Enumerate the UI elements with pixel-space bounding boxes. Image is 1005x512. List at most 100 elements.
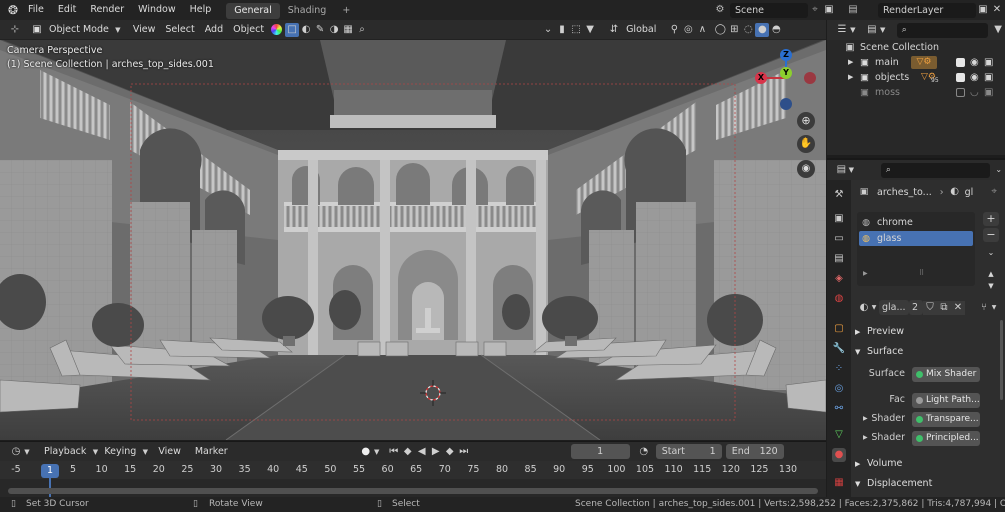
chevron-down-icon[interactable]: ⌄ xyxy=(992,163,1005,177)
world-tab-icon[interactable]: ◍ xyxy=(832,292,846,306)
surface-shader-field[interactable]: Mix Shader xyxy=(912,367,980,382)
shader1-input-field[interactable]: Transpare... xyxy=(912,412,980,427)
include-checkbox[interactable] xyxy=(956,58,965,67)
material-slot-glass[interactable]: ◍ glass xyxy=(859,231,973,246)
transform-icon[interactable]: ⬚ xyxy=(569,23,583,37)
menu-view[interactable]: View xyxy=(128,22,161,38)
filter-icon[interactable]: ▼ xyxy=(991,23,1005,37)
texture-tab-icon[interactable]: ▦ xyxy=(832,476,846,490)
particles-tab-icon[interactable]: ⁘ xyxy=(832,362,846,376)
scene-collection-row[interactable]: ▣ Scene Collection xyxy=(827,40,1005,55)
start-frame-field[interactable]: Start 1 xyxy=(655,444,722,459)
display-mode-icon[interactable]: ▤ xyxy=(865,23,879,37)
tab-shading[interactable]: Shading xyxy=(280,3,335,19)
data-tab-icon[interactable]: ▽ xyxy=(832,428,846,442)
visibility-eye-icon[interactable]: ◡ xyxy=(970,85,979,100)
menu-keying[interactable]: Keying xyxy=(99,444,141,460)
menu-marker[interactable]: Marker xyxy=(190,444,233,460)
collapse-arrow-icon[interactable]: ⌄ xyxy=(541,23,555,37)
snap-icon[interactable]: ◐ xyxy=(299,23,313,37)
add-slot-button[interactable]: + xyxy=(983,212,999,226)
physics-tab-icon[interactable]: ◎ xyxy=(832,382,846,396)
next-keyframe-icon[interactable]: ◆ xyxy=(443,445,457,459)
move-slot-up-icon[interactable]: ▲ xyxy=(983,268,999,280)
object-mode-dropdown[interactable]: Object Mode xyxy=(44,22,114,38)
select-box-icon[interactable]: □ xyxy=(285,22,300,37)
scene-name-field[interactable]: Scene xyxy=(730,2,808,18)
preview-panel-header[interactable]: ▶ Preview xyxy=(855,324,1003,340)
properties-editor-icon[interactable]: ▤ xyxy=(835,163,848,177)
filter-icon[interactable]: ▼ xyxy=(583,23,597,37)
bookmark-icon[interactable]: ▮ xyxy=(555,23,569,37)
properties-scrollbar[interactable] xyxy=(1000,320,1003,400)
timeline-area[interactable]: -5 15 10 15 20 25 30 35 40 45 50 55 60 65 70 75 80 85 90 95… xyxy=(0,461,826,497)
add-workspace-button[interactable]: + xyxy=(334,3,358,19)
outliner-item-main[interactable]: ▶ ▣ main ▽⚙ ◉ ▣ xyxy=(827,55,1005,70)
playhead[interactable]: 1 xyxy=(41,464,59,478)
shader2-input-field[interactable]: Principled... xyxy=(912,431,980,446)
scene-selector[interactable]: ⚙ Scene ⌖ ▣ xyxy=(713,2,839,18)
menu-window[interactable]: Window xyxy=(131,0,182,20)
material-name-field[interactable]: gla... xyxy=(879,300,909,315)
duplicate-material-icon[interactable]: ⧉ xyxy=(937,300,951,315)
render-layer-field[interactable]: RenderLayer xyxy=(878,2,976,18)
shading-solid-icon[interactable]: ● xyxy=(755,22,770,37)
menu-playback[interactable]: Playback xyxy=(39,444,91,460)
expand-arrow-icon[interactable]: ▶ xyxy=(848,70,853,85)
volume-panel-header[interactable]: ▶ Volume xyxy=(855,456,1003,472)
render-tab-icon[interactable]: ▣ xyxy=(832,212,846,226)
xray-icon[interactable]: ⊞ xyxy=(727,23,741,37)
menu-render[interactable]: Render xyxy=(83,0,131,20)
pan-hand-icon[interactable]: ✋ xyxy=(797,135,815,153)
move-slot-down-icon[interactable]: ▼ xyxy=(983,280,999,292)
jump-start-icon[interactable]: ⏮ xyxy=(387,445,401,459)
constraints-tab-icon[interactable]: ⚯ xyxy=(832,402,846,416)
color-wheel-icon[interactable] xyxy=(271,24,283,35)
snap-toggle-icon[interactable]: ⚲ xyxy=(667,23,681,37)
outliner-search-input[interactable]: ⌕ xyxy=(896,22,989,38)
timeline-editor-icon[interactable]: ◷ xyxy=(9,445,23,459)
proportional-edit-icon[interactable]: ◎ xyxy=(681,23,695,37)
material-slot-chrome[interactable]: ◍ chrome xyxy=(859,215,973,230)
frame-ruler[interactable]: -5 15 10 15 20 25 30 35 40 45 50 55 60 65 70 75 80 85 90 95… xyxy=(0,461,826,479)
fake-user-shield-icon[interactable]: ⛉ xyxy=(923,300,937,315)
unlink-material-icon[interactable]: ✕ xyxy=(951,300,965,315)
gizmo-neg-z-axis[interactable] xyxy=(780,98,792,110)
sculpt-icon[interactable]: ✎ xyxy=(313,23,327,37)
visibility-eye-icon[interactable]: ◉ xyxy=(970,55,979,70)
search-icon[interactable]: ⌕ xyxy=(355,23,369,37)
material-tab-icon[interactable]: ● xyxy=(832,448,846,462)
slot-specials-button[interactable]: ⌄ xyxy=(983,246,999,260)
outliner-item-moss[interactable]: ▣ moss ◡ ▣ xyxy=(827,85,1005,100)
new-layer-icon[interactable]: ▣ xyxy=(976,3,990,17)
modifier-tab-icon[interactable]: 🔧 xyxy=(832,342,846,356)
displacement-panel-header[interactable]: ▼ Displacement xyxy=(855,476,1003,492)
menu-add[interactable]: Add xyxy=(200,22,228,38)
menu-help[interactable]: Help xyxy=(183,0,219,20)
gizmo-neg-x-axis[interactable] xyxy=(804,72,816,84)
current-frame-field[interactable]: 1 xyxy=(570,444,630,459)
pivot-icon[interactable]: ⇵ xyxy=(607,23,621,37)
timeline-scrollbar[interactable] xyxy=(8,488,818,494)
record-icon[interactable]: ● xyxy=(359,445,373,459)
new-scene-icon[interactable]: ▣ xyxy=(822,3,836,17)
gizmo-z-axis[interactable]: Z xyxy=(780,49,792,61)
properties-search-input[interactable]: ⌕ xyxy=(880,162,991,178)
render-layer-selector[interactable]: ▤ RenderLayer ▣ ✕ xyxy=(846,2,1005,18)
blender-logo-icon[interactable]: ❂ xyxy=(5,3,21,17)
object-tab-icon[interactable]: ▢ xyxy=(832,322,846,336)
expand-arrow-icon[interactable]: ▶ xyxy=(863,270,868,277)
include-checkbox[interactable] xyxy=(956,88,965,97)
editor-type-icon[interactable]: ⊹ xyxy=(8,23,22,37)
output-tab-icon[interactable]: ▭ xyxy=(832,232,846,246)
zoom-icon[interactable]: ⊕ xyxy=(797,112,815,130)
overlay-icon[interactable]: ◯ xyxy=(713,23,727,37)
play-reverse-icon[interactable]: ◀ xyxy=(415,445,429,459)
render-camera-icon[interactable]: ▣ xyxy=(984,55,993,70)
visibility-eye-icon[interactable]: ◉ xyxy=(970,70,979,85)
tab-general[interactable]: General xyxy=(226,3,280,19)
outliner-item-objects[interactable]: ▶ ▣ objects ▽⚙ 95 ◉ ▣ xyxy=(827,70,1005,85)
play-icon[interactable]: ▶ xyxy=(429,445,443,459)
render-camera-icon[interactable]: ▣ xyxy=(984,85,993,100)
gizmo-x-axis[interactable]: X xyxy=(755,72,767,84)
